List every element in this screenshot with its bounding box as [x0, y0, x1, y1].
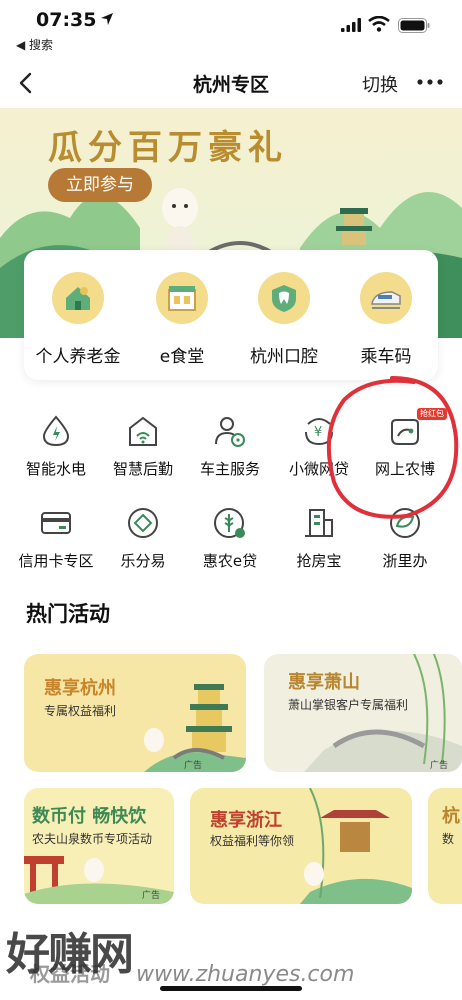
quick-item-label: e食堂 — [159, 347, 205, 367]
back-to-app-link[interactable]: ◀ 搜索 — [16, 36, 53, 53]
service-credit-card[interactable]: 信用卡专区 — [11, 506, 101, 571]
more-menu-icon[interactable] — [416, 70, 444, 94]
card-title: 数币付 畅快饮 — [32, 806, 147, 827]
card-subtitle: 农夫山泉数币专项活动 — [32, 832, 153, 846]
service-smart-logistics[interactable]: 智慧后勤 — [98, 414, 188, 479]
card-subtitle: 萧山掌银客户专属福利 — [288, 698, 409, 712]
quick-item-label: 个人养老金 — [35, 347, 121, 367]
ad-label: 广告 — [184, 761, 203, 771]
service-zheliban[interactable]: 浙里办 — [360, 506, 450, 571]
service-micro-loan[interactable]: ¥ 小微网贷 — [274, 414, 364, 479]
watermark-url: www.zhuanyes.com — [136, 962, 355, 987]
quick-services-card: 个人养老金 e食堂 杭州口腔 乘车码 — [24, 250, 438, 380]
piggy-house-icon — [52, 272, 104, 324]
tooth-icon — [258, 272, 310, 324]
card-title: 杭 — [442, 806, 460, 827]
service-label: 惠农e贷 — [202, 552, 258, 570]
service-label: 乐分易 — [120, 552, 166, 570]
home-indicator[interactable] — [160, 986, 302, 991]
canteen-icon — [156, 272, 208, 324]
leaf-icon — [390, 508, 420, 538]
building-icon — [305, 509, 333, 537]
service-label: 智能水电 — [25, 460, 86, 478]
service-online-agri-expo[interactable]: 抢红包 网上农博 — [360, 408, 450, 479]
service-label: 信用卡专区 — [18, 552, 94, 570]
service-driver[interactable]: 车主服务 — [185, 414, 275, 479]
card-title: 惠享杭州 — [44, 678, 116, 699]
service-label: 小微网贷 — [288, 460, 349, 478]
section-title: 热门活动 — [26, 602, 110, 626]
service-lefenyi[interactable]: 乐分易 — [98, 506, 188, 571]
service-huinong-loan[interactable]: 惠农e贷 — [185, 506, 275, 571]
wheat-icon — [214, 508, 245, 538]
svg-text:¥: ¥ — [314, 425, 322, 440]
diamond-icon — [128, 508, 158, 538]
service-label: 智慧后勤 — [112, 460, 173, 478]
service-label: 车主服务 — [199, 460, 260, 478]
train-icon — [360, 272, 412, 324]
activity-card-partial[interactable]: 杭 数 — [428, 788, 462, 904]
activity-card-hangzhou[interactable]: 惠享杭州 专属权益福利 广告 — [24, 654, 246, 772]
card-title: 惠享浙江 — [210, 810, 282, 831]
activity-card-xiaoshan[interactable]: 惠享萧山 萧山掌银客户专属福利 广告 — [264, 654, 462, 772]
service-label: 网上农博 — [374, 460, 435, 478]
card-subtitle: 专属权益福利 — [44, 704, 117, 718]
card-title: 惠享萧山 — [288, 672, 360, 693]
service-house-grab[interactable]: 抢房宝 — [274, 506, 364, 571]
service-smart-utilities[interactable]: 智能水电 — [11, 414, 101, 479]
smart-house-icon — [129, 416, 157, 446]
wifi-icon — [368, 16, 390, 32]
battery-icon — [398, 18, 430, 33]
card-subtitle: 数 — [442, 832, 455, 846]
activity-card-digital-currency[interactable]: 数币付 畅快饮 农夫山泉数币专项活动 广告 — [24, 788, 174, 904]
quick-item-canteen[interactable]: e食堂 — [134, 272, 230, 367]
service-label: 抢房宝 — [296, 552, 342, 570]
quick-item-transit-code[interactable]: 乘车码 — [338, 272, 434, 367]
quick-item-label: 杭州口腔 — [250, 347, 318, 367]
ad-label: 广告 — [430, 761, 449, 771]
clock: 07:35 — [36, 9, 97, 31]
quick-item-label: 乘车码 — [360, 347, 412, 367]
red-packet-badge: 抢红包 — [417, 408, 447, 420]
cellular-signal-icon — [341, 18, 361, 32]
driver-icon — [215, 417, 245, 447]
status-bar: 07:35 ◀ 搜索 — [0, 0, 462, 56]
banner-title: 瓜分百万豪礼 — [48, 128, 288, 168]
water-drop-icon — [42, 415, 70, 447]
loan-icon: ¥ — [305, 418, 333, 446]
card-subtitle: 权益福利等你领 — [210, 834, 295, 848]
quick-item-pension[interactable]: 个人养老金 — [30, 272, 126, 367]
credit-card-icon — [41, 512, 71, 534]
watermark-logo: 好赚网 — [6, 929, 134, 980]
switch-city-button[interactable]: 切换 — [362, 71, 398, 97]
join-now-button[interactable]: 立即参与 — [48, 168, 152, 202]
activity-card-zhejiang[interactable]: 惠享浙江 权益福利等你领 — [190, 788, 412, 904]
nav-bar: 杭州专区 切换 — [0, 58, 462, 108]
location-arrow-icon — [101, 13, 113, 25]
service-label: 浙里办 — [382, 552, 428, 570]
quick-item-dental[interactable]: 杭州口腔 — [236, 272, 332, 367]
ad-label: 广告 — [142, 891, 161, 901]
